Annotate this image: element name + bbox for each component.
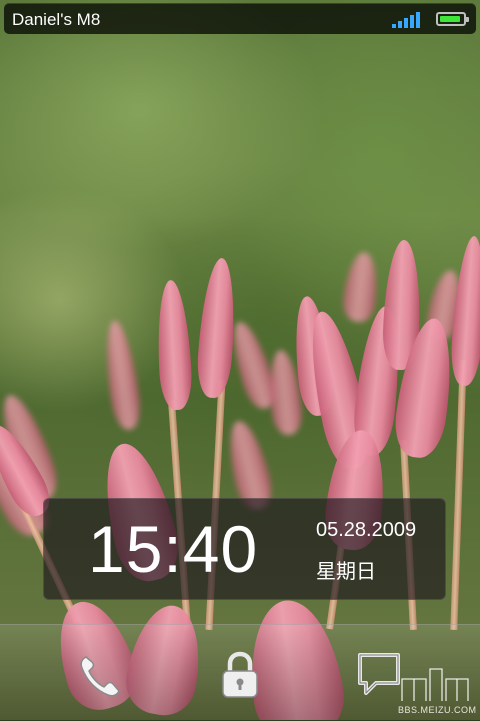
clock-panel: 15:40 05.28.2009 星期日 [43, 498, 446, 600]
clock-time: 15:40 [88, 512, 259, 586]
device-name: Daniel's M8 [12, 10, 101, 29]
phone-icon [80, 656, 120, 697]
clock-weekday: 星期日 [316, 561, 376, 583]
signal-icon [392, 11, 424, 28]
unlock-button[interactable] [214, 649, 266, 701]
phone-button[interactable] [74, 649, 126, 701]
unlock-dock: BBS.MEIZU.COM [0, 624, 480, 721]
status-bar: Daniel's M8 [4, 3, 476, 34]
meizu-watermark-logo [401, 668, 469, 701]
clock-date: 05.28.2009 [316, 519, 417, 541]
battery-icon [436, 12, 469, 26]
battery-level [440, 16, 460, 22]
watermark-text: BBS.MEIZU.COM [398, 705, 477, 715]
wallpaper [0, 0, 480, 720]
lock-icon [222, 651, 258, 698]
